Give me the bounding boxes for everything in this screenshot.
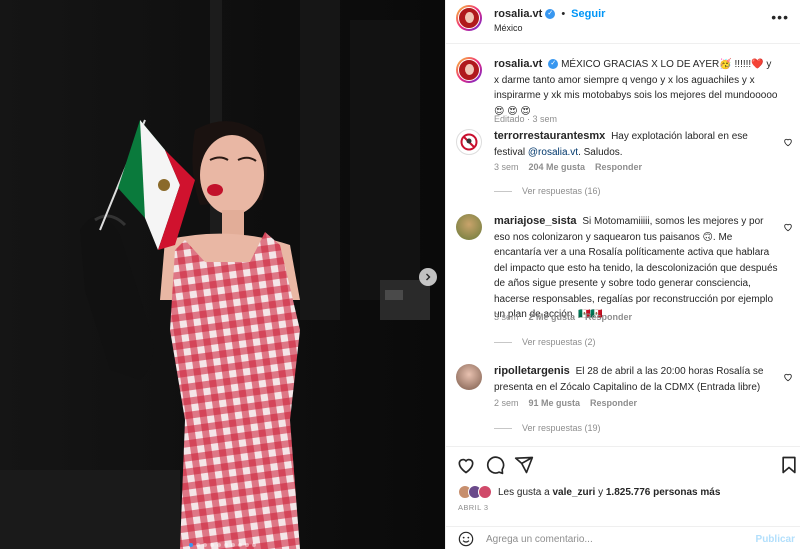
comment-time: 3 sem bbox=[494, 312, 519, 322]
comment-likes[interactable]: 2 Me gusta bbox=[529, 312, 576, 322]
avatar[interactable] bbox=[456, 57, 482, 83]
carousel-dot bbox=[196, 543, 200, 547]
caption-username[interactable]: rosalia.vt bbox=[494, 58, 542, 70]
bookmark-icon[interactable] bbox=[779, 455, 799, 475]
action-bar bbox=[446, 446, 800, 482]
share-icon[interactable] bbox=[514, 455, 534, 475]
comment-like-icon[interactable] bbox=[783, 372, 793, 382]
comment-meta: 2 sem 91 Me gusta Responder bbox=[494, 398, 637, 408]
carousel-dot bbox=[245, 543, 249, 547]
post-sidebar: rosalia.vt ✓ • Seguir México ••• rosalia… bbox=[445, 0, 800, 549]
comment-like-icon[interactable] bbox=[783, 137, 793, 147]
post-photo bbox=[0, 0, 445, 549]
comment-input[interactable] bbox=[486, 531, 736, 547]
comment-meta: 3 sem 204 Me gusta Responder bbox=[494, 162, 642, 172]
likes-prefix: Les gusta a bbox=[498, 486, 550, 498]
comment-composer: Publicar bbox=[446, 526, 800, 549]
post-media[interactable] bbox=[0, 0, 445, 549]
carousel-dot bbox=[189, 543, 193, 547]
reply-button[interactable]: Responder bbox=[585, 312, 632, 322]
likes-count[interactable]: 1.825.776 personas más bbox=[606, 487, 721, 498]
caption-meta: Editado · 3 sem bbox=[494, 114, 558, 124]
comment-likes[interactable]: 91 Me gusta bbox=[529, 398, 581, 408]
verified-badge-icon: ✓ bbox=[548, 59, 559, 70]
post-header: rosalia.vt ✓ • Seguir México ••• bbox=[446, 0, 800, 44]
carousel-dot bbox=[252, 543, 256, 547]
view-replies-label: Ver respuestas (16) bbox=[522, 186, 601, 196]
carousel-dot bbox=[238, 543, 242, 547]
reply-button[interactable]: Responder bbox=[595, 162, 642, 172]
comment-time: 3 sem bbox=[494, 162, 519, 172]
more-options-icon[interactable]: ••• bbox=[771, 9, 789, 25]
emoji-icon[interactable] bbox=[458, 531, 474, 547]
comment-like-icon[interactable] bbox=[783, 222, 793, 232]
comment-time: 2 sem bbox=[494, 398, 519, 408]
carousel-indicator bbox=[0, 543, 445, 547]
caption-text: rosalia.vt ✓ MÉXICO GRACIAS X LO DE AYER🥳… bbox=[494, 57, 779, 119]
publish-button[interactable]: Publicar bbox=[756, 534, 795, 545]
comment-likes[interactable]: 204 Me gusta bbox=[529, 162, 586, 172]
comment-text: ripolletargenis El 28 de abril a las 20:… bbox=[494, 364, 779, 395]
comment-icon[interactable] bbox=[485, 455, 505, 475]
no-sign-icon bbox=[460, 133, 478, 151]
comment-username[interactable]: mariajose_sista bbox=[494, 215, 577, 227]
view-replies-button[interactable]: Ver respuestas (2) bbox=[494, 337, 596, 347]
verified-badge-icon: ✓ bbox=[545, 9, 556, 19]
carousel-dot bbox=[210, 543, 214, 547]
carousel-next-button[interactable] bbox=[419, 268, 437, 286]
comment-body-end: . Saludos. bbox=[578, 146, 623, 158]
heart-icon[interactable] bbox=[456, 455, 476, 475]
comment-text: mariajose_sista Si Motomamiiiii, somos l… bbox=[494, 214, 779, 323]
comments-section[interactable]: rosalia.vt ✓ MÉXICO GRACIAS X LO DE AYER🥳… bbox=[446, 45, 800, 446]
post-date: ABRIL 3 bbox=[458, 503, 489, 512]
comment-body: Si Motomamiiiii, somos les mejores y por… bbox=[494, 216, 778, 320]
follow-button[interactable]: Seguir bbox=[571, 8, 605, 20]
comment-username[interactable]: ripolletargenis bbox=[494, 365, 570, 377]
separator-dot: • bbox=[561, 8, 566, 20]
author-username[interactable]: rosalia.vt bbox=[494, 8, 542, 20]
likes-summary[interactable]: Les gusta a vale_zuri y 1.825.776 person… bbox=[458, 485, 720, 499]
likes-conjunction: y bbox=[598, 486, 604, 498]
avatar[interactable] bbox=[456, 214, 482, 240]
carousel-dot bbox=[203, 543, 207, 547]
carousel-dot bbox=[224, 543, 228, 547]
comment-username[interactable]: terrorrestaurantesmx bbox=[494, 130, 605, 142]
liker-avatar bbox=[478, 485, 492, 499]
post-location[interactable]: México bbox=[494, 23, 523, 33]
view-replies-button[interactable]: Ver respuestas (19) bbox=[494, 423, 601, 433]
likes-text: Les gusta a vale_zuri y 1.825.776 person… bbox=[498, 487, 720, 498]
carousel-dot bbox=[217, 543, 221, 547]
comment-meta: 3 sem 2 Me gusta Responder bbox=[494, 312, 632, 322]
avatar[interactable] bbox=[456, 129, 482, 155]
view-replies-label: Ver respuestas (2) bbox=[522, 337, 596, 347]
view-replies-button[interactable]: Ver respuestas (16) bbox=[494, 186, 601, 196]
comment-text: terrorrestaurantesmx Hay explotación lab… bbox=[494, 129, 779, 160]
mention-link[interactable]: @rosalia.vt bbox=[528, 147, 578, 158]
avatar[interactable] bbox=[456, 5, 482, 31]
edited-label: Editado bbox=[494, 114, 525, 124]
chevron-right-icon bbox=[426, 273, 431, 281]
reply-button[interactable]: Responder bbox=[590, 398, 637, 408]
avatar[interactable] bbox=[456, 364, 482, 390]
liker-username[interactable]: vale_zuri bbox=[553, 487, 596, 498]
view-replies-label: Ver respuestas (19) bbox=[522, 423, 601, 433]
carousel-dot bbox=[231, 543, 235, 547]
caption-time: 3 sem bbox=[532, 114, 558, 124]
